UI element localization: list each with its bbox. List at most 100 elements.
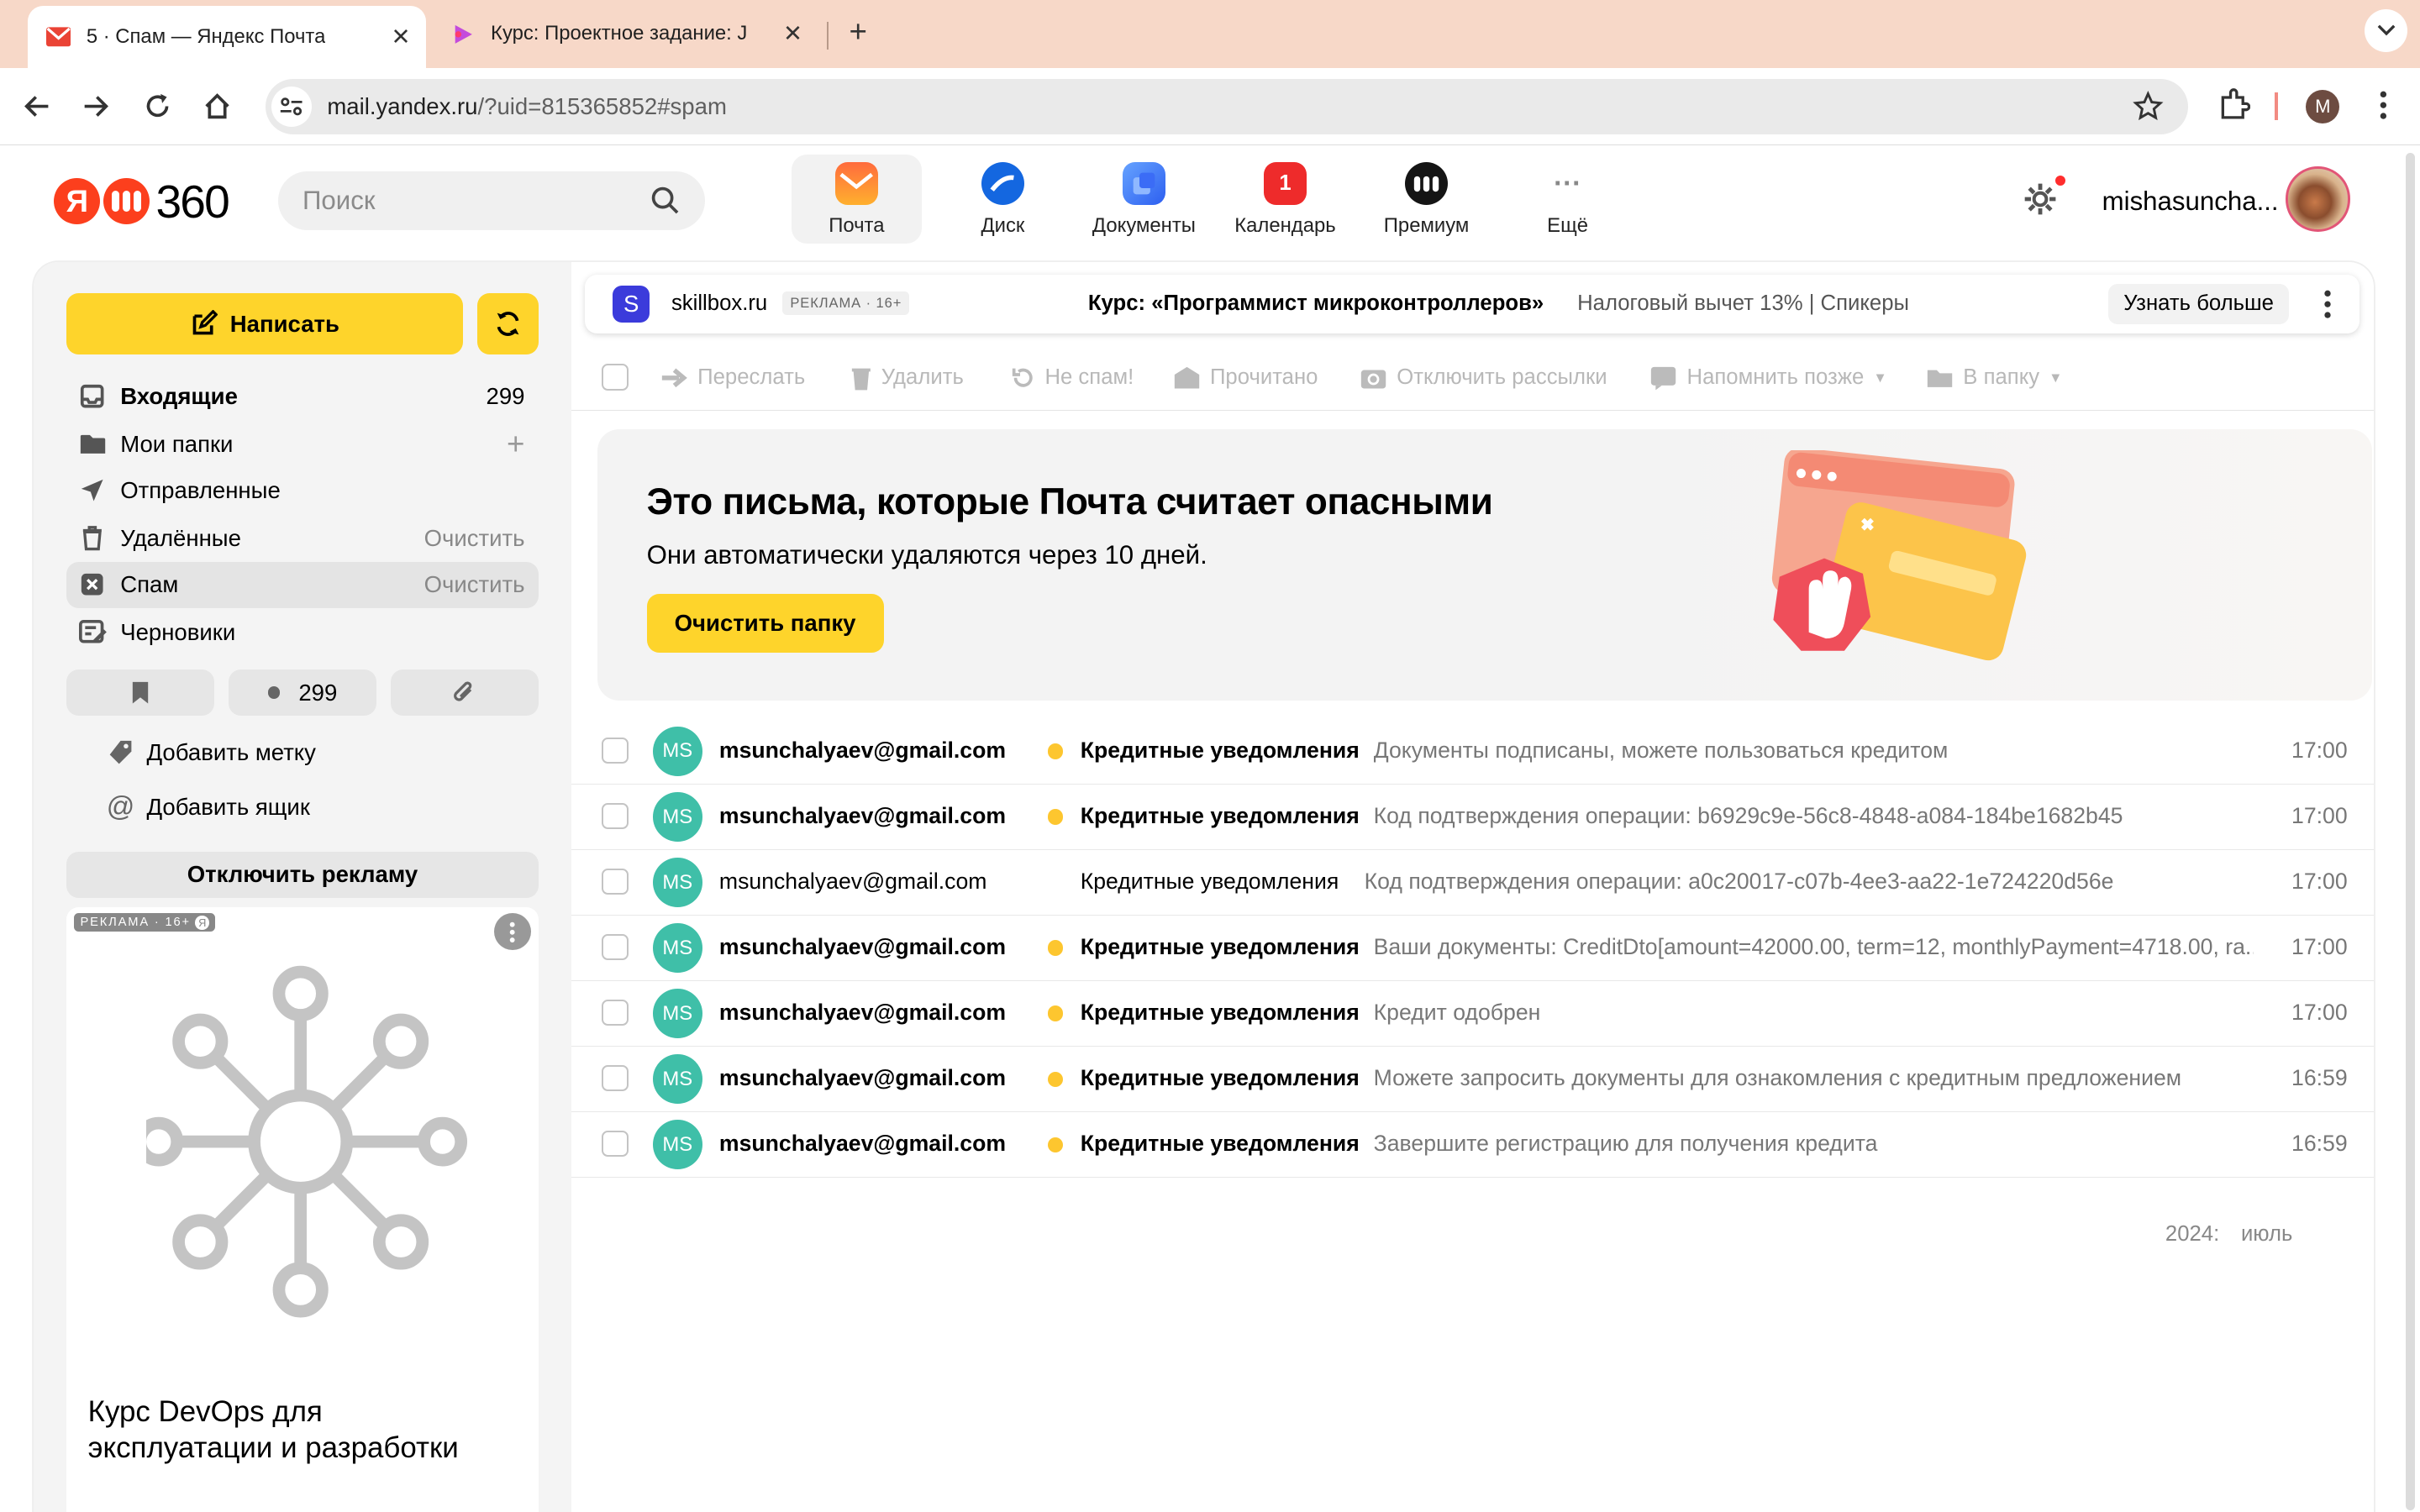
top-ad[interactable]: S skillbox.ru РЕКЛАМА · 16+ Курс: «Прогр… bbox=[585, 274, 2360, 333]
ad-more-button[interactable] bbox=[493, 913, 531, 951]
message-checkbox[interactable] bbox=[602, 802, 629, 830]
bookmark-star-icon[interactable] bbox=[2133, 91, 2164, 129]
sender-avatar[interactable]: MS bbox=[652, 1120, 702, 1170]
move-to-folder-action[interactable]: В папку ▼ bbox=[1926, 364, 2062, 391]
message-checkbox[interactable] bbox=[602, 1131, 629, 1158]
message-subject: Кредитные уведомления bbox=[1080, 802, 1360, 828]
message-row[interactable]: MS msunchalyaev@gmail.com Кредитные уведом… bbox=[571, 1112, 2374, 1179]
folder-spam[interactable]: Спам Очистить bbox=[66, 561, 539, 608]
message-row[interactable]: MS msunchalyaev@gmail.com Кредитные уведом… bbox=[571, 1047, 2374, 1113]
reminder-icon bbox=[1651, 367, 1676, 391]
sender-avatar[interactable]: MS bbox=[652, 858, 702, 907]
forward-button[interactable] bbox=[77, 88, 114, 125]
message-sender: msunchalyaev@gmail.com bbox=[718, 1131, 1007, 1157]
service-disk[interactable]: Диск bbox=[932, 155, 1073, 244]
message-preview: Документы подписаны, можете пользоваться… bbox=[1373, 737, 1949, 763]
message-checkbox[interactable] bbox=[602, 869, 629, 895]
search-icon[interactable] bbox=[650, 185, 681, 223]
sidebar-ad[interactable]: РЕКЛАМА · 16+ Я Курс DevOps для эксплуат… bbox=[66, 906, 539, 1512]
profile-avatar[interactable]: M bbox=[2306, 89, 2340, 123]
date-month[interactable]: июль bbox=[2241, 1222, 2292, 1247]
kebab-icon[interactable] bbox=[2318, 287, 2337, 321]
service-more[interactable]: ··· Ещё bbox=[1497, 155, 1639, 244]
search-input[interactable]: Поиск bbox=[277, 171, 706, 230]
add-mailbox-button[interactable]: @ Добавить ящик bbox=[107, 785, 310, 828]
kebab-menu-icon[interactable] bbox=[2368, 88, 2399, 129]
add-folder-button[interactable]: + bbox=[507, 427, 524, 462]
message-row[interactable]: MS msunchalyaev@gmail.com Кредитные уведом… bbox=[571, 981, 2374, 1047]
back-button[interactable] bbox=[18, 88, 55, 125]
tab-mail[interactable]: 5 · Спам — Яндекс Почта ✕ bbox=[28, 6, 426, 68]
compose-button[interactable]: Написать bbox=[66, 292, 463, 355]
message-row[interactable]: MS msunchalyaev@gmail.com Кредитные уведом… bbox=[571, 916, 2374, 982]
mark-read-action[interactable]: Прочитано bbox=[1173, 364, 1318, 391]
filter-bookmarked[interactable] bbox=[66, 669, 215, 717]
service-calendar[interactable]: 1 Календарь bbox=[1214, 155, 1355, 244]
filter-attachments[interactable] bbox=[390, 669, 539, 717]
message-checkbox[interactable] bbox=[602, 934, 629, 961]
folder-sent[interactable]: Отправленные bbox=[66, 468, 539, 514]
service-mail[interactable]: Почта bbox=[792, 154, 922, 244]
message-checkbox[interactable] bbox=[602, 1000, 629, 1026]
message-row[interactable]: MS msunchalyaev@gmail.com Кредитные уведом… bbox=[571, 850, 2374, 916]
service-docs[interactable]: Документы bbox=[1073, 155, 1214, 244]
clear-folder-button[interactable]: Очистить папку bbox=[646, 594, 884, 653]
reload-button[interactable] bbox=[139, 88, 176, 125]
message-checkbox[interactable] bbox=[602, 737, 629, 764]
folder-inbox[interactable]: Входящие 299 bbox=[66, 373, 539, 419]
close-icon[interactable]: ✕ bbox=[391, 24, 410, 50]
message-row[interactable]: MS msunchalyaev@gmail.com Кредитные уведом… bbox=[571, 719, 2374, 785]
not-spam-action[interactable]: Не спам! bbox=[1011, 364, 1134, 391]
home-icon bbox=[205, 93, 230, 119]
extensions-icon[interactable] bbox=[2217, 87, 2250, 129]
service-label: Документы bbox=[1092, 214, 1196, 238]
unread-dot-icon[interactable] bbox=[1048, 1005, 1064, 1021]
unsubscribe-action[interactable]: Отключить рассылки bbox=[1360, 364, 1607, 391]
clear-spam-button[interactable]: Очистить bbox=[424, 571, 525, 598]
sender-avatar[interactable]: MS bbox=[652, 1054, 702, 1105]
user-avatar[interactable] bbox=[2286, 166, 2351, 232]
learn-more-button[interactable]: Узнать больше bbox=[2107, 283, 2290, 324]
folder-trash[interactable]: Удалённые Очистить bbox=[66, 515, 539, 561]
remind-later-action[interactable]: Напомнить позже ▼ bbox=[1649, 364, 1887, 391]
unread-dot-icon[interactable] bbox=[1048, 940, 1064, 956]
forward-action[interactable]: Переслать bbox=[660, 364, 805, 391]
service-premium[interactable]: Премиум bbox=[1356, 155, 1497, 244]
sender-avatar[interactable]: MS bbox=[652, 923, 702, 973]
message-row[interactable]: MS msunchalyaev@gmail.com Кредитные уведом… bbox=[571, 785, 2374, 850]
gear-icon[interactable] bbox=[2022, 181, 2059, 224]
unread-dot-icon[interactable] bbox=[1048, 1137, 1064, 1152]
unread-dot-icon[interactable] bbox=[1048, 743, 1064, 759]
date-year[interactable]: 2024: bbox=[2165, 1222, 2219, 1247]
folder-my-folders[interactable]: Мои папки + bbox=[66, 421, 539, 467]
delete-action[interactable]: Удалить bbox=[850, 364, 964, 391]
close-icon[interactable]: ✕ bbox=[783, 20, 802, 47]
unread-dot-icon[interactable] bbox=[1048, 1071, 1064, 1087]
username[interactable]: mishasuncha... bbox=[2102, 186, 2279, 217]
clear-trash-button[interactable]: Очистить bbox=[424, 525, 525, 552]
folder-drafts[interactable]: Черновики bbox=[66, 609, 539, 655]
sender-avatar[interactable]: MS bbox=[652, 727, 702, 776]
tab-course[interactable]: Курс: Проектное задание: J ✕ bbox=[432, 9, 818, 59]
tab-search-button[interactable] bbox=[2364, 9, 2408, 53]
select-all-checkbox[interactable] bbox=[602, 364, 629, 391]
service-label: Диск bbox=[981, 214, 1025, 238]
home-button[interactable] bbox=[199, 88, 236, 125]
new-tab-button[interactable]: + bbox=[839, 15, 876, 52]
message-checkbox[interactable] bbox=[602, 1065, 629, 1092]
page-scrollbar[interactable] bbox=[2401, 146, 2420, 1512]
sender-avatar[interactable]: MS bbox=[652, 792, 702, 842]
message-sender: msunchalyaev@gmail.com bbox=[718, 1065, 1007, 1091]
site-settings-icon[interactable] bbox=[271, 86, 312, 127]
add-label-button[interactable]: Добавить метку bbox=[107, 732, 316, 774]
date-navigation: 2024: июль bbox=[2165, 1222, 2293, 1247]
add-mailbox-text: Добавить ящик bbox=[146, 793, 310, 820]
refresh-button[interactable] bbox=[476, 292, 539, 355]
yandex-360-logo[interactable]: Я 360 bbox=[54, 175, 230, 228]
address-bar[interactable]: mail.yandex.ru/?uid=815365852#spam bbox=[265, 78, 2189, 134]
filter-unread[interactable]: 299 bbox=[228, 669, 377, 717]
disable-ads-button[interactable]: Отключить рекламу bbox=[66, 851, 539, 898]
spam-stop-hand-icon bbox=[1771, 450, 2027, 661]
sender-avatar[interactable]: MS bbox=[652, 989, 702, 1039]
unread-dot-icon[interactable] bbox=[1048, 809, 1064, 825]
